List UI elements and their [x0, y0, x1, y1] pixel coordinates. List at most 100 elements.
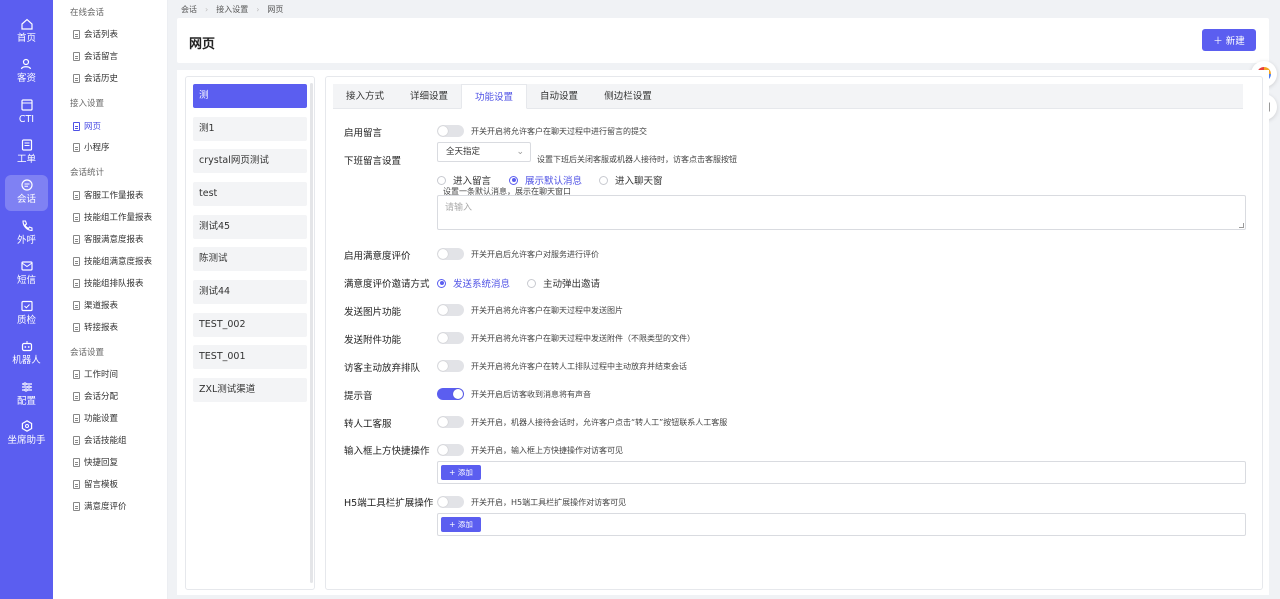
nav-assistant-label: 坐席助手	[7, 435, 46, 446]
doc-icon	[73, 413, 80, 423]
sound-toggle[interactable]	[437, 388, 464, 400]
ticket-icon	[21, 139, 32, 151]
tab-sidebar[interactable]: 侧边栏设置	[591, 84, 665, 109]
submenu-item[interactable]: 技能组满意度报表	[73, 255, 152, 267]
channel-item[interactable]: 测试45	[193, 215, 307, 239]
breadcrumb-item[interactable]: 会话	[181, 4, 197, 15]
submenu-item[interactable]: 会话技能组	[73, 434, 127, 446]
offduty-select-value: 全天指定	[446, 147, 481, 157]
radio-chat-window[interactable]: 进入聊天窗	[599, 173, 663, 187]
channel-item[interactable]: TEST_002	[193, 313, 307, 337]
inspect-icon	[20, 300, 33, 312]
channel-item[interactable]: 测1	[193, 117, 307, 141]
image-toggle[interactable]	[437, 304, 464, 316]
radio-system-msg[interactable]: 发送系统消息	[437, 276, 510, 290]
submenu-item[interactable]: 功能设置	[73, 412, 118, 424]
new-button[interactable]: ＋ 新建	[1202, 29, 1256, 51]
doc-icon	[73, 300, 80, 310]
add-quick-button[interactable]: + 添加	[441, 465, 481, 480]
submenu-item[interactable]: 会话列表	[73, 28, 118, 40]
submenu-item[interactable]: 小程序	[73, 141, 110, 153]
submenu-label: 客服工作量报表	[84, 191, 144, 201]
nav-robot-label: 机器人	[12, 355, 41, 366]
tab-features[interactable]: 功能设置	[461, 84, 527, 109]
quick-hint: 开关开启，输入框上方快捷操作对访客可见	[471, 446, 623, 455]
submenu-item[interactable]: 渠道报表	[73, 299, 118, 311]
default-msg-textarea[interactable]: 请输入	[437, 195, 1246, 230]
nav-ticket[interactable]: 工单	[0, 135, 53, 171]
submenu-item[interactable]: 留言模板	[73, 478, 118, 490]
submenu-item[interactable]: 会话历史	[73, 72, 118, 84]
radio-label: 展示默认消息	[525, 176, 583, 187]
nav-cti[interactable]: CTI	[0, 95, 53, 131]
submenu-item[interactable]: 会话分配	[73, 390, 118, 402]
main-panel: 测 测1 crystal网页测试 test 测试45 陈测试 测试44 TEST…	[177, 70, 1269, 595]
cti-icon	[20, 99, 33, 111]
abandon-toggle[interactable]	[437, 360, 464, 372]
submenu-item[interactable]: 客服满意度报表	[73, 233, 144, 245]
tab-detail[interactable]: 详细设置	[397, 84, 461, 109]
transfer-toggle[interactable]	[437, 416, 464, 428]
tab-auto[interactable]: 自动设置	[527, 84, 591, 109]
add-h5-button[interactable]: + 添加	[441, 517, 481, 532]
sub-menu: 在线会话 会话列表 会话留言 会话历史 接入设置 网页 小程序 会话统计 客服工…	[53, 0, 168, 599]
submenu-label: 会话列表	[84, 30, 119, 40]
tab-access[interactable]: 接入方式	[333, 84, 397, 109]
nav-inspect[interactable]: 质检	[0, 296, 53, 332]
channel-item[interactable]: 测试44	[193, 280, 307, 304]
submenu-label: 留言模板	[84, 480, 119, 490]
h5-toggle[interactable]	[437, 496, 464, 508]
transfer-label: 转人工客服	[344, 419, 392, 430]
sound-label: 提示音	[344, 391, 373, 402]
scrollbar[interactable]	[310, 83, 313, 583]
doc-icon	[73, 457, 80, 467]
doc-icon	[73, 190, 80, 200]
submenu-label: 会话历史	[84, 74, 119, 84]
submenu-item[interactable]: 转接报表	[73, 321, 118, 333]
submenu-item[interactable]: 会话留言	[73, 50, 118, 62]
nav-assistant[interactable]: 坐席助手	[0, 416, 53, 452]
submenu-item[interactable]: 工作时间	[73, 368, 118, 380]
nav-robot[interactable]: 机器人	[0, 336, 53, 372]
radio-default-msg[interactable]: 展示默认消息	[509, 173, 582, 187]
phone-icon	[21, 220, 33, 232]
resize-grip-icon[interactable]	[1239, 223, 1244, 228]
attach-toggle[interactable]	[437, 332, 464, 344]
offduty-label: 下班留言设置	[344, 156, 402, 167]
nav-customers[interactable]: 客资	[0, 54, 53, 90]
leave-msg-toggle[interactable]	[437, 125, 464, 137]
leave-msg-label: 启用留言	[344, 128, 383, 139]
image-hint: 开关开启将允许客户在聊天过程中发送图片	[471, 306, 623, 315]
nav-ticket-label: 工单	[16, 154, 36, 165]
radio-dot	[437, 175, 446, 185]
submenu-label: 转接报表	[84, 323, 119, 333]
radio-leave-msg[interactable]: 进入留言	[437, 173, 491, 187]
channel-item[interactable]: test	[193, 182, 307, 206]
settings-panel: 接入方式 详细设置 功能设置 自动设置 侧边栏设置 启用留言 开关开启将允许客户…	[325, 76, 1263, 590]
breadcrumb-item[interactable]: 接入设置	[216, 4, 248, 15]
attach-label: 发送附件功能	[344, 335, 402, 346]
channel-item[interactable]: crystal网页测试	[193, 149, 307, 173]
nav-sms[interactable]: 短信	[0, 256, 53, 292]
h5-hint: 开关开启，H5端工具栏扩展操作对访客可见	[471, 498, 627, 507]
submenu-item[interactable]: 满意度评价	[73, 500, 127, 512]
radio-popup-invite[interactable]: 主动弹出邀请	[527, 276, 600, 290]
channel-item[interactable]: TEST_001	[193, 345, 307, 369]
nav-config[interactable]: 配置	[0, 377, 53, 413]
submenu-item-web[interactable]: 网页	[73, 120, 101, 132]
submenu-item[interactable]: 技能组排队报表	[73, 277, 144, 289]
channel-item[interactable]: 测	[193, 84, 307, 108]
quick-toggle[interactable]	[437, 444, 464, 456]
offduty-select[interactable]: 全天指定 ⌄	[437, 142, 531, 162]
submenu-item[interactable]: 技能组工作量报表	[73, 211, 152, 223]
channel-item[interactable]: ZXL测试渠道	[193, 378, 307, 402]
satisfaction-toggle[interactable]	[437, 248, 464, 260]
sound-hint: 开关开启后访客收到消息将有声音	[471, 390, 591, 399]
nav-home[interactable]: 首页	[0, 14, 53, 50]
nav-chat[interactable]: 会话	[5, 175, 48, 211]
nav-outbound[interactable]: 外呼	[0, 216, 53, 252]
channel-item[interactable]: 陈测试	[193, 247, 307, 271]
doc-icon	[73, 278, 80, 288]
submenu-item[interactable]: 客服工作量报表	[73, 189, 144, 201]
submenu-item[interactable]: 快捷回复	[73, 456, 118, 468]
